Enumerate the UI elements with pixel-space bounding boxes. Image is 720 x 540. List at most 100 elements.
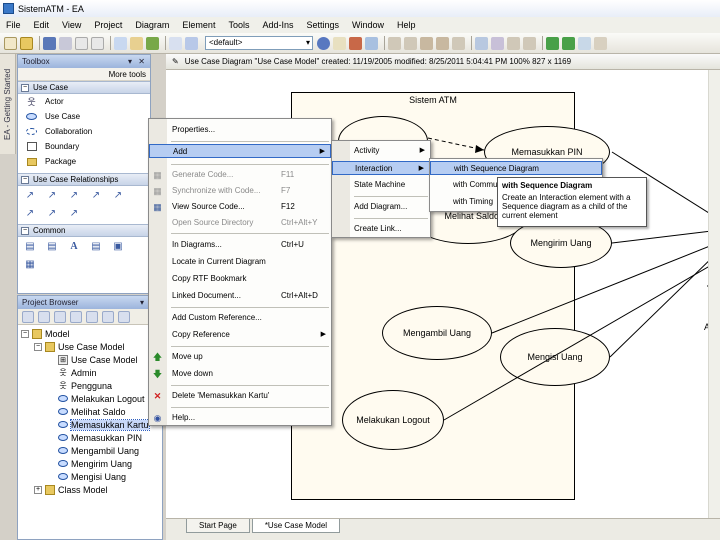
perspective-combo[interactable]: <default> <box>205 36 313 50</box>
realize-icon[interactable]: ↗ <box>112 190 124 202</box>
submenu-add-diagram[interactable]: Add Diagram... <box>332 200 430 214</box>
toolbox-item-package[interactable]: Package <box>18 154 150 169</box>
tree-item-melakukan-logout[interactable]: Melakukan Logout <box>58 392 145 405</box>
tool-a-icon[interactable] <box>388 36 401 50</box>
tool-b-icon[interactable] <box>404 36 417 50</box>
tree-item-use-case-model-package[interactable]: − Use Case Model <box>34 340 125 353</box>
dependency-icon[interactable]: ↗ <box>24 208 36 220</box>
tool-i-icon[interactable] <box>523 36 536 50</box>
menu-delete[interactable]: ✕ Delete 'Memasukkan Kartu' <box>149 389 331 403</box>
tree-item-model[interactable]: − Model <box>21 327 70 340</box>
menu-view-source[interactable]: ▦ View Source Code... F12 <box>149 200 331 214</box>
menu-copy-reference[interactable]: Copy Reference ▶ <box>149 328 331 342</box>
menu-diagram[interactable]: Diagram <box>135 20 169 30</box>
home-icon[interactable] <box>578 36 591 50</box>
menu-file[interactable]: File <box>6 20 21 30</box>
text-icon[interactable]: A <box>68 241 80 253</box>
layout-icon[interactable] <box>185 36 198 50</box>
menu-settings[interactable]: Settings <box>307 20 340 30</box>
menu-synchronize[interactable]: ▦ Synchronize with Code... F7 <box>149 184 331 198</box>
nav-back-icon[interactable] <box>546 36 559 50</box>
new-diagram-icon[interactable] <box>38 310 50 323</box>
collapse-icon[interactable]: − <box>21 329 29 338</box>
toolbox-item-actor[interactable]: 웃 Actor <box>18 94 150 109</box>
getting-started-strip[interactable]: EA - Getting Started <box>0 54 16 154</box>
element-icon[interactable] <box>349 36 362 50</box>
menu-window[interactable]: Window <box>352 20 384 30</box>
nesting-icon[interactable]: ↗ <box>68 208 80 220</box>
menu-move-up[interactable]: 🡅 Move up <box>149 350 331 364</box>
collapse-icon[interactable]: − <box>21 83 29 92</box>
open-folder-icon[interactable] <box>20 36 33 50</box>
menu-locate-in-diagram[interactable]: Locate in Current Diagram <box>149 255 331 269</box>
options-icon[interactable] <box>594 36 607 50</box>
move-down-icon[interactable] <box>86 310 98 323</box>
menu-in-diagrams[interactable]: In Diagrams... Ctrl+U <box>149 238 331 252</box>
hyperlink-icon[interactable]: ▤ <box>90 241 102 253</box>
menu-edit[interactable]: Edit <box>34 20 50 30</box>
sort-icon[interactable] <box>102 310 114 323</box>
collapse-icon[interactable]: − <box>21 226 29 235</box>
expand-icon[interactable]: + <box>34 485 42 494</box>
toolbox-group-use-case[interactable]: − Use Case <box>18 81 150 94</box>
include-icon[interactable]: ↗ <box>68 190 80 202</box>
note-icon[interactable]: ▤ <box>24 241 36 253</box>
menu-generate-code[interactable]: ▦ Generate Code... F11 <box>149 168 331 182</box>
copy-icon[interactable] <box>114 36 127 50</box>
menu-move-down[interactable]: 🡇 Move down <box>149 367 331 381</box>
tree-item-melihat-saldo[interactable]: Melihat Saldo <box>58 405 126 418</box>
tree-item-class-model[interactable]: + Class Model <box>34 483 108 496</box>
new-package-icon[interactable] <box>22 310 34 323</box>
tree-item-use-case-model-diagram[interactable]: ⊞ Use Case Model <box>58 353 138 366</box>
table-icon[interactable]: ▦ <box>24 259 36 271</box>
tree-item-pengguna[interactable]: 웃 Pengguna <box>58 379 112 392</box>
tool-g-icon[interactable] <box>491 36 504 50</box>
menu-properties[interactable]: Properties... <box>149 123 331 137</box>
green-grid-icon[interactable] <box>146 36 159 50</box>
tool-d-icon[interactable] <box>436 36 449 50</box>
menu-help[interactable]: ◉ Help... <box>149 411 331 425</box>
tool-f-icon[interactable] <box>475 36 488 50</box>
print-icon[interactable] <box>59 36 72 50</box>
more-tools-link[interactable]: More tools <box>18 68 150 81</box>
submenu-state-machine[interactable]: State Machine <box>332 178 430 192</box>
redo-icon[interactable] <box>91 36 104 50</box>
submenu-interaction[interactable]: Interaction ▶ <box>332 161 430 175</box>
menu-linked-document[interactable]: Linked Document... Ctrl+Alt+D <box>149 289 331 303</box>
tab-start-page[interactable]: Start Page <box>186 519 250 533</box>
browser-icon[interactable] <box>365 36 378 50</box>
submenu-activity[interactable]: Activity ▶ <box>332 144 430 158</box>
save-icon[interactable] <box>43 36 56 50</box>
menu-add-custom-reference[interactable]: Add Custom Reference... <box>149 311 331 325</box>
menu-help[interactable]: Help <box>397 20 416 30</box>
toolbox-item-collaboration[interactable]: Collaboration <box>18 124 150 139</box>
tab-use-case-model[interactable]: *Use Case Model <box>251 519 341 533</box>
association-icon[interactable]: ↗ <box>24 190 36 202</box>
tree-item-memasukkan-kartu[interactable]: Memasukkan Kartu <box>58 418 150 431</box>
undo-icon[interactable] <box>75 36 88 50</box>
globe-icon[interactable] <box>317 36 330 50</box>
tree-item-mengisi-uang[interactable]: Mengisi Uang <box>58 470 126 483</box>
getting-started-tab[interactable]: EA - Getting Started <box>3 58 12 150</box>
menu-icon[interactable] <box>118 310 130 323</box>
toolbox-item-boundary[interactable]: Boundary <box>18 139 150 154</box>
vertical-scrollbar[interactable] <box>708 70 720 518</box>
toolbox-group-use-case-relationships[interactable]: − Use Case Relationships <box>18 173 150 186</box>
menu-open-source-directory[interactable]: Open Source Directory Ctrl+Alt+Y <box>149 216 331 230</box>
pin-icon[interactable]: ✎ <box>172 57 179 66</box>
menu-tools[interactable]: Tools <box>228 20 249 30</box>
new-element-icon[interactable] <box>54 310 66 323</box>
tool-e-icon[interactable] <box>452 36 465 50</box>
move-up-icon[interactable] <box>70 310 82 323</box>
submenu-with-sequence-diagram[interactable]: with Sequence Diagram <box>430 161 602 175</box>
generalize-icon[interactable]: ↗ <box>46 190 58 202</box>
tree-item-memasukkan-pin[interactable]: Memasukkan PIN <box>58 431 142 444</box>
nav-forward-icon[interactable] <box>562 36 575 50</box>
toolbox-item-use-case[interactable]: Use Case <box>18 109 150 124</box>
tree-item-admin[interactable]: 웃 Admin <box>58 366 96 379</box>
collapse-icon[interactable]: − <box>21 175 29 184</box>
find-icon[interactable] <box>333 36 346 50</box>
menu-project[interactable]: Project <box>94 20 122 30</box>
new-file-icon[interactable] <box>4 36 17 50</box>
toolbox-group-common[interactable]: − Common <box>18 224 150 237</box>
